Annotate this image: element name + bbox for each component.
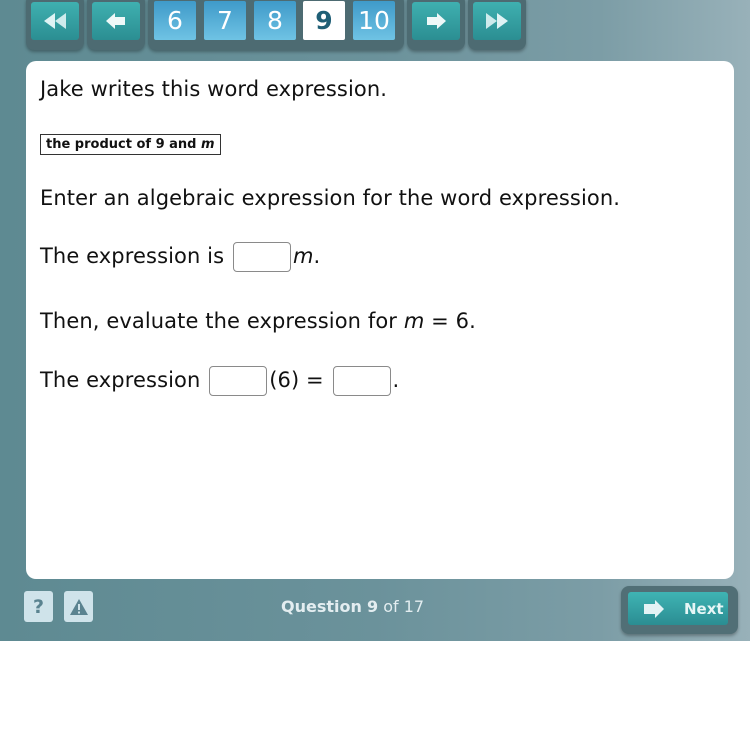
coefficient-input[interactable]	[232, 242, 291, 272]
question-instruction: Enter an algebraic expression for the wo…	[40, 186, 621, 210]
evaluate-line-prefix: The expression	[40, 368, 201, 392]
counter-word: Question	[281, 597, 362, 616]
question-counter: Question 9 of 17	[281, 597, 424, 616]
counter-total: of 17	[383, 597, 425, 616]
question-intro: Jake writes this word expression.	[40, 77, 388, 101]
evaluate-instruction-prefix: Then, evaluate the expression for	[40, 309, 404, 333]
double-right-arrow-icon	[486, 13, 508, 29]
evaluate-coefficient-input[interactable]	[209, 366, 268, 396]
evaluate-line-middle: (6) =	[269, 368, 324, 392]
question-panel: Jake writes this word expression. the pr…	[26, 61, 734, 579]
double-left-arrow-icon	[44, 13, 66, 29]
nav-next-group	[407, 0, 465, 50]
expression-line-prefix: The expression is	[40, 244, 225, 268]
left-arrow-icon	[106, 13, 125, 29]
flag-button[interactable]	[64, 591, 93, 622]
right-arrow-icon	[644, 599, 664, 618]
page-button-9-current[interactable]: 9	[303, 1, 345, 40]
page-number-group: 6 7 8 9 10	[148, 0, 404, 50]
evaluate-result-input[interactable]	[332, 366, 391, 396]
word-expression-box: the product of 9 and m	[40, 134, 221, 155]
page-button-7[interactable]: 7	[204, 1, 246, 40]
previous-question-button[interactable]	[92, 2, 140, 40]
next-label: Next	[684, 599, 724, 618]
next-question-arrow-button[interactable]	[412, 2, 460, 40]
evaluate-line: The expression (6) = .	[40, 366, 399, 396]
expression-variable: m	[292, 244, 314, 268]
nav-first-group	[26, 0, 84, 50]
page-button-6[interactable]: 6	[154, 1, 196, 40]
nav-last-group	[468, 0, 526, 50]
evaluate-instruction-suffix: = 6.	[424, 309, 476, 333]
word-expression-variable: m	[201, 137, 215, 152]
expression-line: The expression is m.	[40, 242, 320, 272]
help-button[interactable]: ?	[24, 591, 53, 622]
question-icon: ?	[32, 595, 45, 618]
evaluate-variable: m	[403, 309, 425, 333]
counter-current: 9	[366, 597, 379, 616]
right-arrow-icon	[427, 13, 446, 29]
warning-triangle-icon	[69, 598, 88, 615]
page-button-8[interactable]: 8	[254, 1, 296, 40]
expression-line-suffix: .	[313, 244, 321, 268]
last-question-button[interactable]	[473, 2, 521, 40]
first-question-button[interactable]	[31, 2, 79, 40]
page-button-10[interactable]: 10	[353, 1, 395, 40]
nav-prev-group	[87, 0, 145, 50]
evaluate-instruction: Then, evaluate the expression for m = 6.	[40, 309, 476, 333]
test-app: 6 7 8 9 10 Jake writes this word express…	[0, 0, 750, 641]
next-button[interactable]: Next	[628, 592, 728, 625]
evaluate-line-suffix: .	[392, 368, 400, 392]
next-button-group: Next	[621, 586, 738, 634]
word-expression-text: the product of 9 and	[46, 137, 202, 152]
